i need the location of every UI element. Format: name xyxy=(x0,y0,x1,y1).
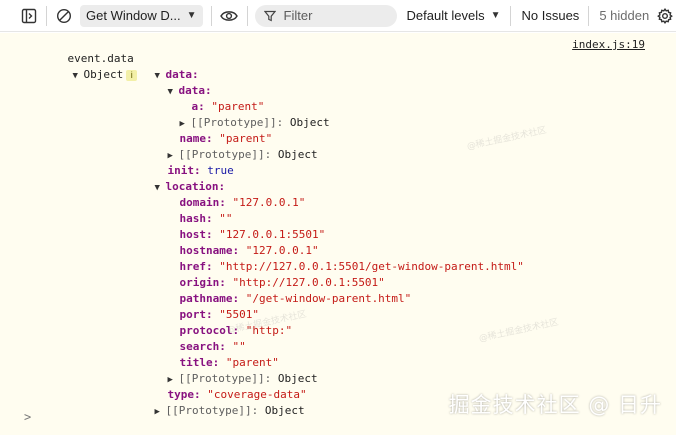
property-value: Object xyxy=(264,404,305,417)
property-value: Object xyxy=(289,116,330,129)
console-output: event.data ▼ Object i index.js:19 ▼ data: ▼… xyxy=(0,33,676,435)
tree-row-port: port: "5501" xyxy=(153,291,260,321)
tree-row-prototype[interactable]: ▶ [[Prototype]]: Object xyxy=(141,355,318,385)
tree-row-pathname: pathname: "/get-window-parent.html" xyxy=(153,275,412,305)
tree-row-location[interactable]: ▼ location: xyxy=(128,163,226,193)
root-type[interactable]: Object xyxy=(84,68,124,81)
chevron-down-icon: ▼ xyxy=(186,10,197,21)
tree-row-type: type: "coverage-data" xyxy=(141,371,307,401)
tree-row-data[interactable]: ▼ data: xyxy=(128,51,199,81)
dock-side-icon[interactable] xyxy=(19,6,39,26)
toolbar-divider xyxy=(46,5,47,26)
property-value: Object xyxy=(277,148,318,161)
filter-input[interactable]: Filter xyxy=(254,4,397,27)
source-link[interactable]: index.js:19 xyxy=(572,37,645,53)
tree-row-prototype[interactable]: ▶ [[Prototype]]: Object xyxy=(153,99,330,129)
collapse-triangle-icon[interactable]: ▼ xyxy=(73,68,84,84)
settings-gear-icon[interactable] xyxy=(655,6,675,26)
filter-icon xyxy=(263,10,276,21)
watermark-overlay: @稀土掘金技术社区 xyxy=(466,125,548,153)
property-key: [[Prototype]]: xyxy=(165,404,259,417)
toolbar-divider xyxy=(246,5,248,26)
issues-button[interactable]: No Issues xyxy=(522,8,580,23)
toolbar-divider xyxy=(588,5,590,26)
eye-icon[interactable] xyxy=(219,6,239,26)
context-label: Get Window D... xyxy=(86,8,181,23)
tree-row-name: name: "parent" xyxy=(153,115,273,145)
tree-row-prototype[interactable]: ▶ [[Prototype]]: Object xyxy=(128,387,305,417)
property-value: "127.0.0.1" xyxy=(232,196,306,209)
tree-row-hostname: hostname: "127.0.0.1" xyxy=(153,227,319,257)
levels-label: Default levels xyxy=(406,8,485,23)
toolbar-divider xyxy=(210,5,212,26)
expand-triangle-icon[interactable]: ▶ xyxy=(155,404,166,420)
console-message-row: event.data ▼ Object i xyxy=(41,35,138,81)
tree-row-a: a: "parent" xyxy=(165,83,265,113)
context-selector[interactable]: Get Window D... ▼ xyxy=(80,4,203,27)
tree-row-data-nested[interactable]: ▼ data: xyxy=(141,67,212,97)
toolbar-divider xyxy=(509,5,511,26)
clear-console-icon[interactable] xyxy=(54,6,74,26)
log-levels-dropdown[interactable]: Default levels ▼ xyxy=(407,8,501,23)
watermark-overlay: @稀土掘金技术社区 xyxy=(478,317,560,345)
log-label: event.data xyxy=(67,52,134,65)
hidden-count: 5 hidden xyxy=(599,8,650,23)
corner-watermark: 掘金技术社区 @ 日升 xyxy=(448,393,662,417)
tree-row-origin: origin: "http://127.0.0.1:5501" xyxy=(153,259,385,289)
tree-row-prototype[interactable]: ▶ [[Prototype]]: Object xyxy=(141,131,318,161)
tree-row-href: href: "http://127.0.0.1:5501/get-window-… xyxy=(153,243,524,273)
console-prompt[interactable]: > xyxy=(24,410,31,424)
tree-row-title: title: "parent" xyxy=(153,339,279,369)
tree-row-host: host: "127.0.0.1:5501" xyxy=(153,211,326,241)
chevron-down-icon: ▼ xyxy=(490,10,501,21)
tree-row-init: init: true xyxy=(141,147,234,177)
property-value: "/get-window-parent.html" xyxy=(245,292,412,305)
filter-placeholder: Filter xyxy=(283,8,313,23)
tree-row-hash: hash: "" xyxy=(153,195,233,225)
tree-row-domain: domain: "127.0.0.1" xyxy=(153,179,306,209)
console-toolbar: Get Window D... ▼ Filter Default levels … xyxy=(0,0,676,32)
